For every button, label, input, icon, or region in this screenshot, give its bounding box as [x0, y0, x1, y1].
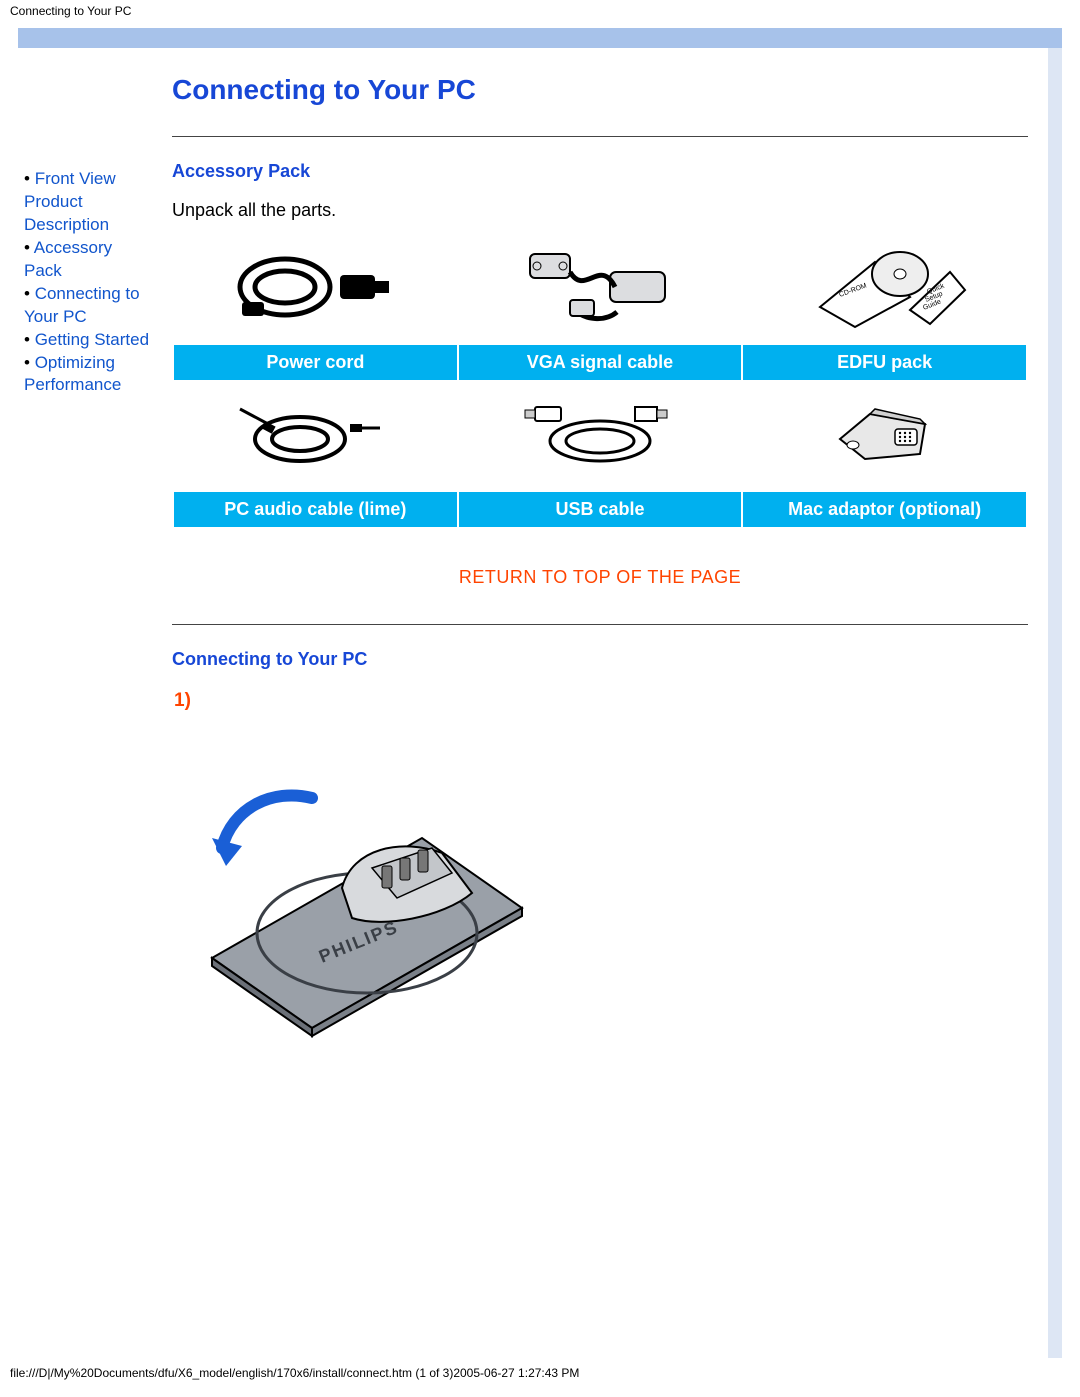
- mac-adaptor-icon: [825, 399, 945, 474]
- page-title: Connecting to Your PC: [172, 74, 1028, 106]
- sidebar-link-accessory[interactable]: Accessory Pack: [24, 238, 112, 280]
- power-cord-icon: [230, 247, 400, 332]
- sidebar-link-optimizing[interactable]: Optimizing Performance: [24, 353, 121, 395]
- sidebar-link-connecting[interactable]: Connecting to Your PC: [24, 284, 140, 326]
- edfu-pack-icon: CD-ROM Quick Setup Guide: [800, 242, 970, 337]
- usb-cable-image-cell: [458, 380, 743, 492]
- return-to-top-anchor[interactable]: RETURN TO TOP OF THE PAGE: [459, 567, 741, 587]
- sidebar-item-accessory[interactable]: • Accessory Pack: [24, 237, 152, 283]
- edfu-pack-label: EDFU pack: [742, 345, 1027, 380]
- connecting-heading: Connecting to Your PC: [172, 649, 1028, 670]
- page-frame: • Front View Product Description • Acces…: [18, 28, 1062, 1358]
- footer-path: file:///D|/My%20Documents/dfu/X6_model/e…: [0, 1358, 1080, 1388]
- sidebar-nav: • Front View Product Description • Acces…: [18, 48, 152, 1358]
- return-to-top-link[interactable]: RETURN TO TOP OF THE PAGE: [172, 567, 1028, 588]
- usb-cable-label: USB cable: [458, 492, 743, 527]
- sidebar-link-getting-started[interactable]: Getting Started: [35, 330, 149, 349]
- sidebar-item-front-view[interactable]: • Front View Product Description: [24, 168, 152, 237]
- vga-cable-image-cell: [458, 233, 743, 345]
- sidebar-item-connecting[interactable]: • Connecting to Your PC: [24, 283, 152, 329]
- sidebar-link-front-view[interactable]: Front View Product Description: [24, 169, 116, 234]
- edfu-pack-image-cell: CD-ROM Quick Setup Guide: [742, 233, 1027, 345]
- accessory-table: CD-ROM Quick Setup Guide Power cord VGA …: [172, 233, 1028, 527]
- vertical-scrollbar[interactable]: [1048, 48, 1062, 1358]
- divider-2: [172, 624, 1028, 625]
- sidebar-item-getting-started[interactable]: • Getting Started: [24, 329, 152, 352]
- audio-cable-icon: [230, 399, 400, 474]
- accessory-heading: Accessory Pack: [172, 161, 1028, 182]
- vga-cable-label: VGA signal cable: [458, 345, 743, 380]
- audio-cable-label: PC audio cable (lime): [173, 492, 458, 527]
- step-1-illustration: PHILIPS: [172, 718, 1028, 1043]
- power-cord-label: Power cord: [173, 345, 458, 380]
- mac-adaptor-label: Mac adaptor (optional): [742, 492, 1027, 527]
- browser-tab-title: Connecting to Your PC: [0, 0, 1080, 20]
- step-1-number: 1): [174, 690, 1028, 712]
- accessory-instruction: Unpack all the parts.: [172, 200, 1028, 221]
- power-cord-image-cell: [173, 233, 458, 345]
- main-content: Connecting to Your PC Accessory Pack Unp…: [152, 48, 1048, 1358]
- sidebar-item-optimizing[interactable]: • Optimizing Performance: [24, 352, 152, 398]
- vga-cable-icon: [515, 242, 685, 337]
- audio-cable-image-cell: [173, 380, 458, 492]
- usb-cable-icon: [515, 399, 685, 474]
- mac-adaptor-image-cell: [742, 380, 1027, 492]
- divider: [172, 136, 1028, 137]
